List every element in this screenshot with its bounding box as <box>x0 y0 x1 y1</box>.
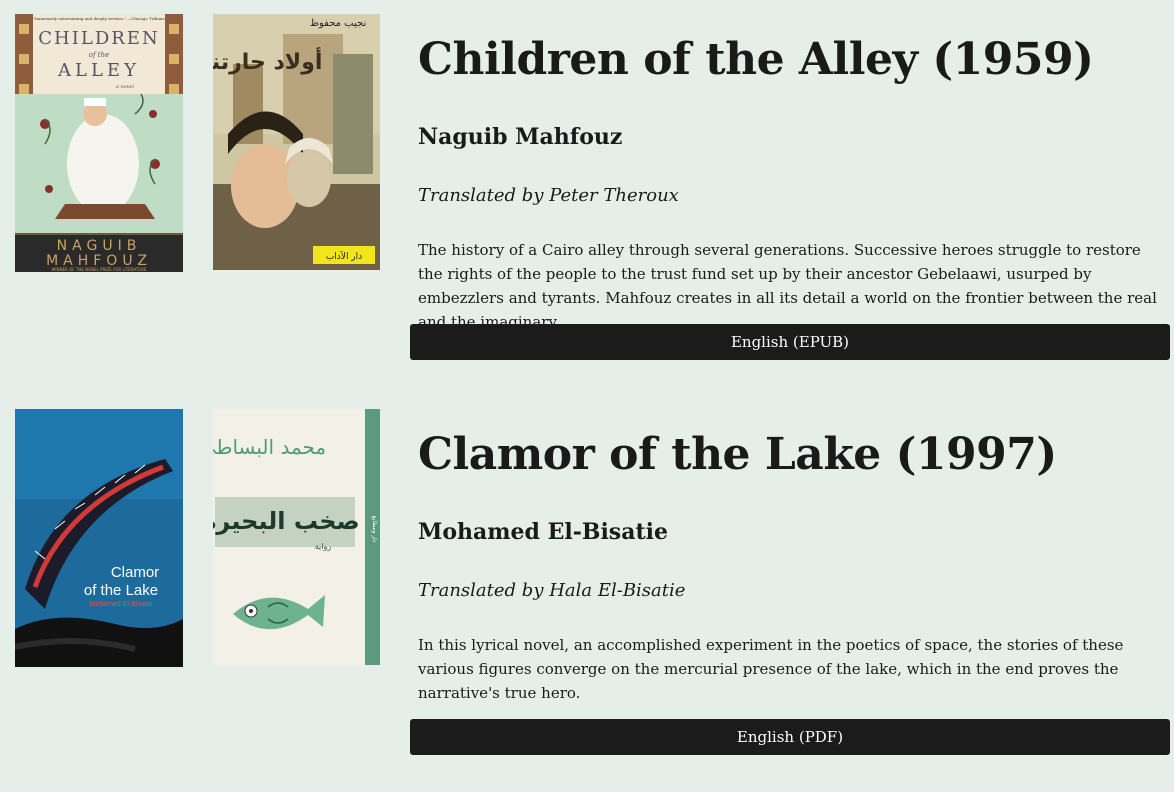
book-description: The history of a Cairo alley through sev… <box>418 241 1157 331</box>
svg-text:"Immensely entertaining and de: "Immensely entertaining and deeply serio… <box>33 16 165 21</box>
cover-illustration: نجيب محفوظ أولاد حارتنا دار الآداب <box>213 14 380 270</box>
svg-text:محمد البساطي: محمد البساطي <box>213 435 326 460</box>
svg-text:of the: of the <box>89 51 110 59</box>
svg-text:Mohamed El-Bisatie: Mohamed El-Bisatie <box>90 601 153 608</box>
cover-illustration: "Immensely entertaining and deeply serio… <box>15 14 183 272</box>
svg-text:رواية: رواية <box>315 542 332 551</box>
svg-text:أولاد حارتنا: أولاد حارتنا <box>213 46 322 75</box>
svg-text:Clamor: Clamor <box>111 564 159 581</box>
book-description: In this lyrical novel, an accomplished e… <box>418 636 1124 702</box>
svg-text:NAGUIB: NAGUIB <box>57 238 142 254</box>
svg-text:CHILDREN: CHILDREN <box>38 28 159 49</box>
download-button[interactable]: English (PDF) <box>410 719 1170 755</box>
book-title: Clamor of the Lake (1997) <box>418 429 1057 480</box>
svg-text:ALLEY: ALLEY <box>57 60 140 81</box>
book-author: Naguib Mahfouz <box>418 124 623 150</box>
download-button[interactable]: English (EPUB) <box>410 324 1170 360</box>
svg-text:صخب البحيرة: صخب البحيرة <box>213 507 360 535</box>
book-translator: Translated by Hala El-Bisatie <box>418 580 686 601</box>
svg-text:دار الآداب: دار الآداب <box>326 250 362 262</box>
book-translator: Translated by Peter Theroux <box>418 185 679 206</box>
svg-text:of the Lake: of the Lake <box>84 582 158 599</box>
book-cover-arabic[interactable]: محمد البساطي صخب البحيرة رواية دار ومطاب… <box>213 409 380 665</box>
book-title: Children of the Alley (1959) <box>418 34 1094 85</box>
book-cover-english[interactable]: "Immensely entertaining and deeply serio… <box>15 14 183 272</box>
svg-text:نجيب محفوظ: نجيب محفوظ <box>310 18 367 29</box>
svg-text:WINNER OF THE NOBEL PRIZE FOR: WINNER OF THE NOBEL PRIZE FOR LITERATURE <box>51 267 147 272</box>
svg-text:a novel: a novel <box>116 84 135 90</box>
book-cover-arabic[interactable]: نجيب محفوظ أولاد حارتنا دار الآداب <box>213 14 380 270</box>
svg-text:دار ومطابع: دار ومطابع <box>371 516 378 543</box>
book-author: Mohamed El-Bisatie <box>418 519 668 545</box>
cover-illustration: Clamor of the Lake Mohamed El-Bisatie <box>15 409 183 667</box>
cover-illustration: محمد البساطي صخب البحيرة رواية دار ومطاب… <box>213 409 380 665</box>
book-cover-english[interactable]: Clamor of the Lake Mohamed El-Bisatie <box>15 409 183 667</box>
